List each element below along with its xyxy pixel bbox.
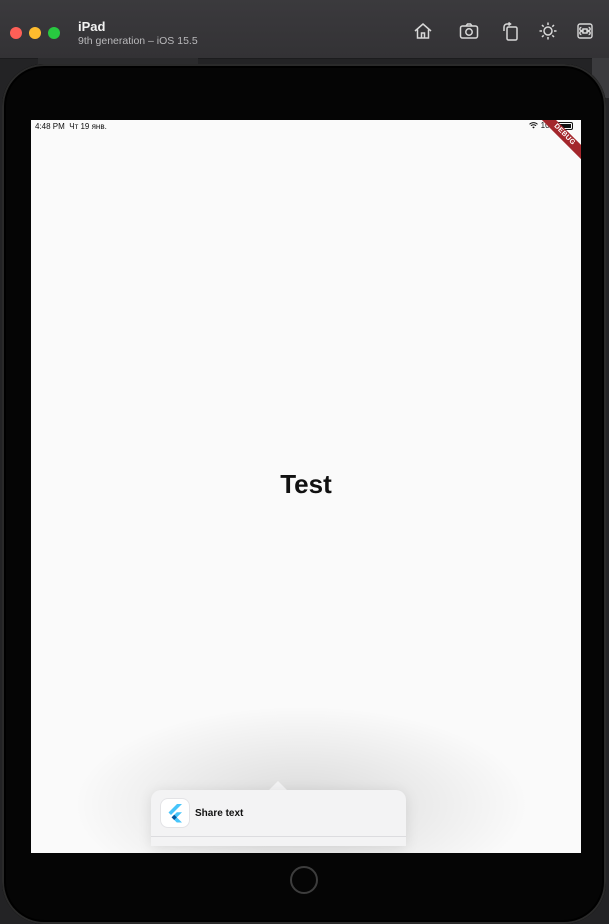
main-text: Test [280, 469, 332, 499]
home-toolbar-button[interactable] [412, 20, 434, 42]
appearance-toolbar-button[interactable] [537, 20, 559, 42]
rotate-toolbar-button[interactable] [500, 20, 522, 42]
window-subtitle: 9th generation – iOS 15.5 [78, 35, 198, 47]
window-close-button[interactable] [10, 27, 22, 39]
simulator-titlebar: iPad 9th generation – iOS 15.5 [0, 0, 609, 59]
home-icon [414, 23, 432, 39]
command-toolbar-button[interactable] [574, 20, 596, 42]
screenshot-icon [459, 23, 479, 39]
share-text-action[interactable]: Share text [151, 790, 406, 837]
command-icon [577, 23, 593, 39]
status-bar-time: 4:48 PM Чт 19 янв. [35, 122, 107, 131]
screenshot-toolbar-button[interactable] [458, 20, 480, 42]
appearance-icon [539, 22, 557, 40]
flutter-app-icon [161, 799, 189, 827]
window-minimize-button[interactable] [29, 27, 41, 39]
window-title: iPad [78, 19, 106, 34]
rotate-icon [503, 21, 518, 41]
wifi-icon [528, 122, 538, 129]
flutter-icon [168, 804, 182, 823]
popover-arrow [269, 781, 287, 790]
share-text-label: Share text [195, 807, 244, 819]
ipad-screen: 4:48 PM Чт 19 янв. 100 DEBUG Test Share … [31, 120, 581, 853]
status-date-text: Чт 19 янв. [69, 122, 107, 131]
home-button[interactable] [290, 866, 318, 894]
share-popover: Share text [151, 790, 406, 846]
window-zoom-button[interactable] [48, 27, 60, 39]
status-time-text: 4:48 PM [35, 122, 65, 131]
